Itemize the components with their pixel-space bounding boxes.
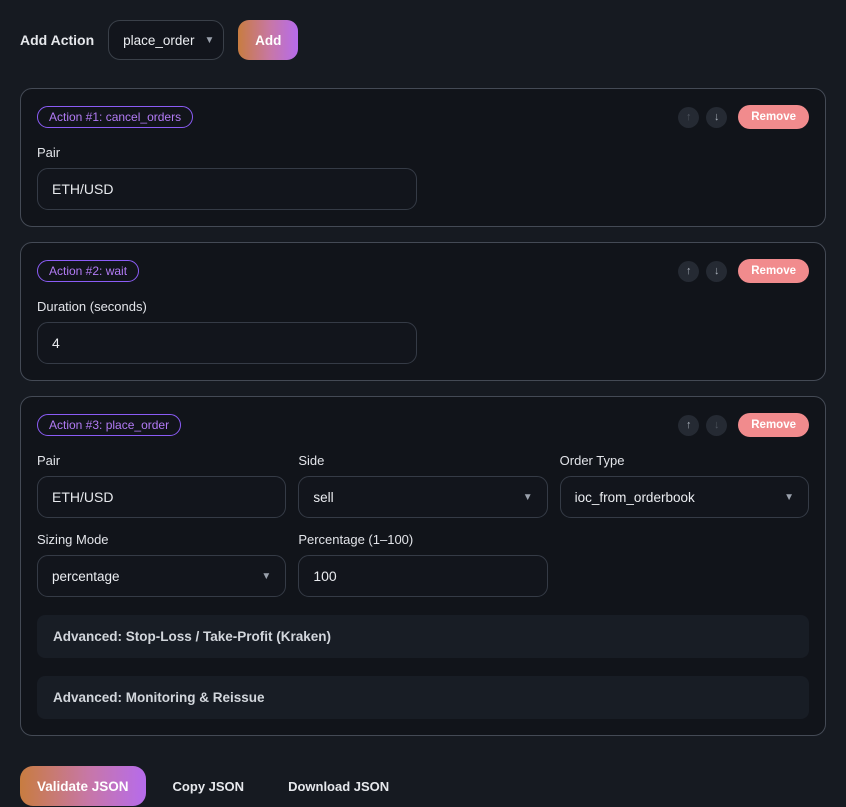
action-card-1: Action #1: cancel_orders ↑ ↓ Remove Pair bbox=[20, 88, 826, 227]
pair-field: Pair bbox=[37, 145, 417, 210]
remove-button[interactable]: Remove bbox=[738, 413, 809, 437]
order-type-field: Order Type ioc_from_orderbook ▼ bbox=[560, 453, 809, 518]
remove-button[interactable]: Remove bbox=[738, 259, 809, 283]
move-down-button[interactable]: ↓ bbox=[706, 261, 727, 282]
action-card-2: Action #2: wait ↑ ↓ Remove Duration (sec… bbox=[20, 242, 826, 381]
arrow-up-icon: ↑ bbox=[686, 265, 692, 277]
remove-button[interactable]: Remove bbox=[738, 105, 809, 129]
move-up-button[interactable]: ↑ bbox=[678, 415, 699, 436]
pair-input[interactable] bbox=[37, 168, 417, 210]
move-down-button[interactable]: ↓ bbox=[706, 415, 727, 436]
move-up-button[interactable]: ↑ bbox=[678, 107, 699, 128]
side-label: Side bbox=[298, 453, 547, 468]
sizing-mode-selected-value: percentage bbox=[52, 569, 120, 584]
action-1-controls: ↑ ↓ Remove bbox=[678, 105, 809, 129]
sizing-mode-label: Sizing Mode bbox=[37, 532, 286, 547]
pair-label: Pair bbox=[37, 453, 286, 468]
side-select[interactable]: sell ▼ bbox=[298, 476, 547, 518]
duration-input[interactable] bbox=[37, 322, 417, 364]
action-3-controls: ↑ ↓ Remove bbox=[678, 413, 809, 437]
action-card-1-header: Action #1: cancel_orders ↑ ↓ Remove bbox=[37, 105, 809, 129]
action-card-2-header: Action #2: wait ↑ ↓ Remove bbox=[37, 259, 809, 283]
action-type-selected-value: place_order bbox=[123, 33, 194, 48]
pair-input[interactable] bbox=[37, 476, 286, 518]
arrow-up-icon: ↑ bbox=[686, 111, 692, 123]
footer-actions: Validate JSON Copy JSON Download JSON bbox=[20, 766, 826, 806]
copy-json-button[interactable]: Copy JSON bbox=[156, 769, 262, 804]
order-type-selected-value: ioc_from_orderbook bbox=[575, 490, 695, 505]
chevron-down-icon: ▼ bbox=[204, 35, 214, 46]
advanced-monitoring-section[interactable]: Advanced: Monitoring & Reissue bbox=[37, 676, 809, 719]
pair-field: Pair bbox=[37, 453, 286, 518]
sizing-mode-field: Sizing Mode percentage ▼ bbox=[37, 532, 286, 597]
percentage-label: Percentage (1–100) bbox=[298, 532, 547, 547]
move-down-button[interactable]: ↓ bbox=[706, 107, 727, 128]
duration-label: Duration (seconds) bbox=[37, 299, 417, 314]
download-json-button[interactable]: Download JSON bbox=[271, 769, 406, 804]
side-field: Side sell ▼ bbox=[298, 453, 547, 518]
chevron-down-icon: ▼ bbox=[784, 492, 794, 503]
arrow-down-icon: ↓ bbox=[714, 419, 720, 431]
add-button[interactable]: Add bbox=[238, 20, 298, 60]
arrow-down-icon: ↓ bbox=[714, 265, 720, 277]
arrow-up-icon: ↑ bbox=[686, 419, 692, 431]
move-up-button[interactable]: ↑ bbox=[678, 261, 699, 282]
chevron-down-icon: ▼ bbox=[261, 571, 271, 582]
arrow-down-icon: ↓ bbox=[714, 111, 720, 123]
order-type-select[interactable]: ioc_from_orderbook ▼ bbox=[560, 476, 809, 518]
add-action-label: Add Action bbox=[20, 32, 94, 48]
action-2-controls: ↑ ↓ Remove bbox=[678, 259, 809, 283]
action-card-3: Action #3: place_order ↑ ↓ Remove Pair S… bbox=[20, 396, 826, 736]
chevron-down-icon: ▼ bbox=[523, 492, 533, 503]
action-2-badge: Action #2: wait bbox=[37, 260, 139, 282]
add-action-toolbar: Add Action place_order ▼ Add bbox=[20, 20, 826, 60]
action-3-badge: Action #3: place_order bbox=[37, 414, 181, 436]
duration-field: Duration (seconds) bbox=[37, 299, 417, 364]
pair-label: Pair bbox=[37, 145, 417, 160]
validate-json-button[interactable]: Validate JSON bbox=[20, 766, 146, 806]
advanced-stop-loss-section[interactable]: Advanced: Stop-Loss / Take-Profit (Krake… bbox=[37, 615, 809, 658]
percentage-input[interactable] bbox=[298, 555, 547, 597]
sizing-mode-select[interactable]: percentage ▼ bbox=[37, 555, 286, 597]
percentage-field: Percentage (1–100) bbox=[298, 532, 547, 597]
action-type-select[interactable]: place_order ▼ bbox=[108, 20, 224, 60]
side-selected-value: sell bbox=[313, 490, 333, 505]
action-card-3-header: Action #3: place_order ↑ ↓ Remove bbox=[37, 413, 809, 437]
order-type-label: Order Type bbox=[560, 453, 809, 468]
action-1-badge: Action #1: cancel_orders bbox=[37, 106, 193, 128]
